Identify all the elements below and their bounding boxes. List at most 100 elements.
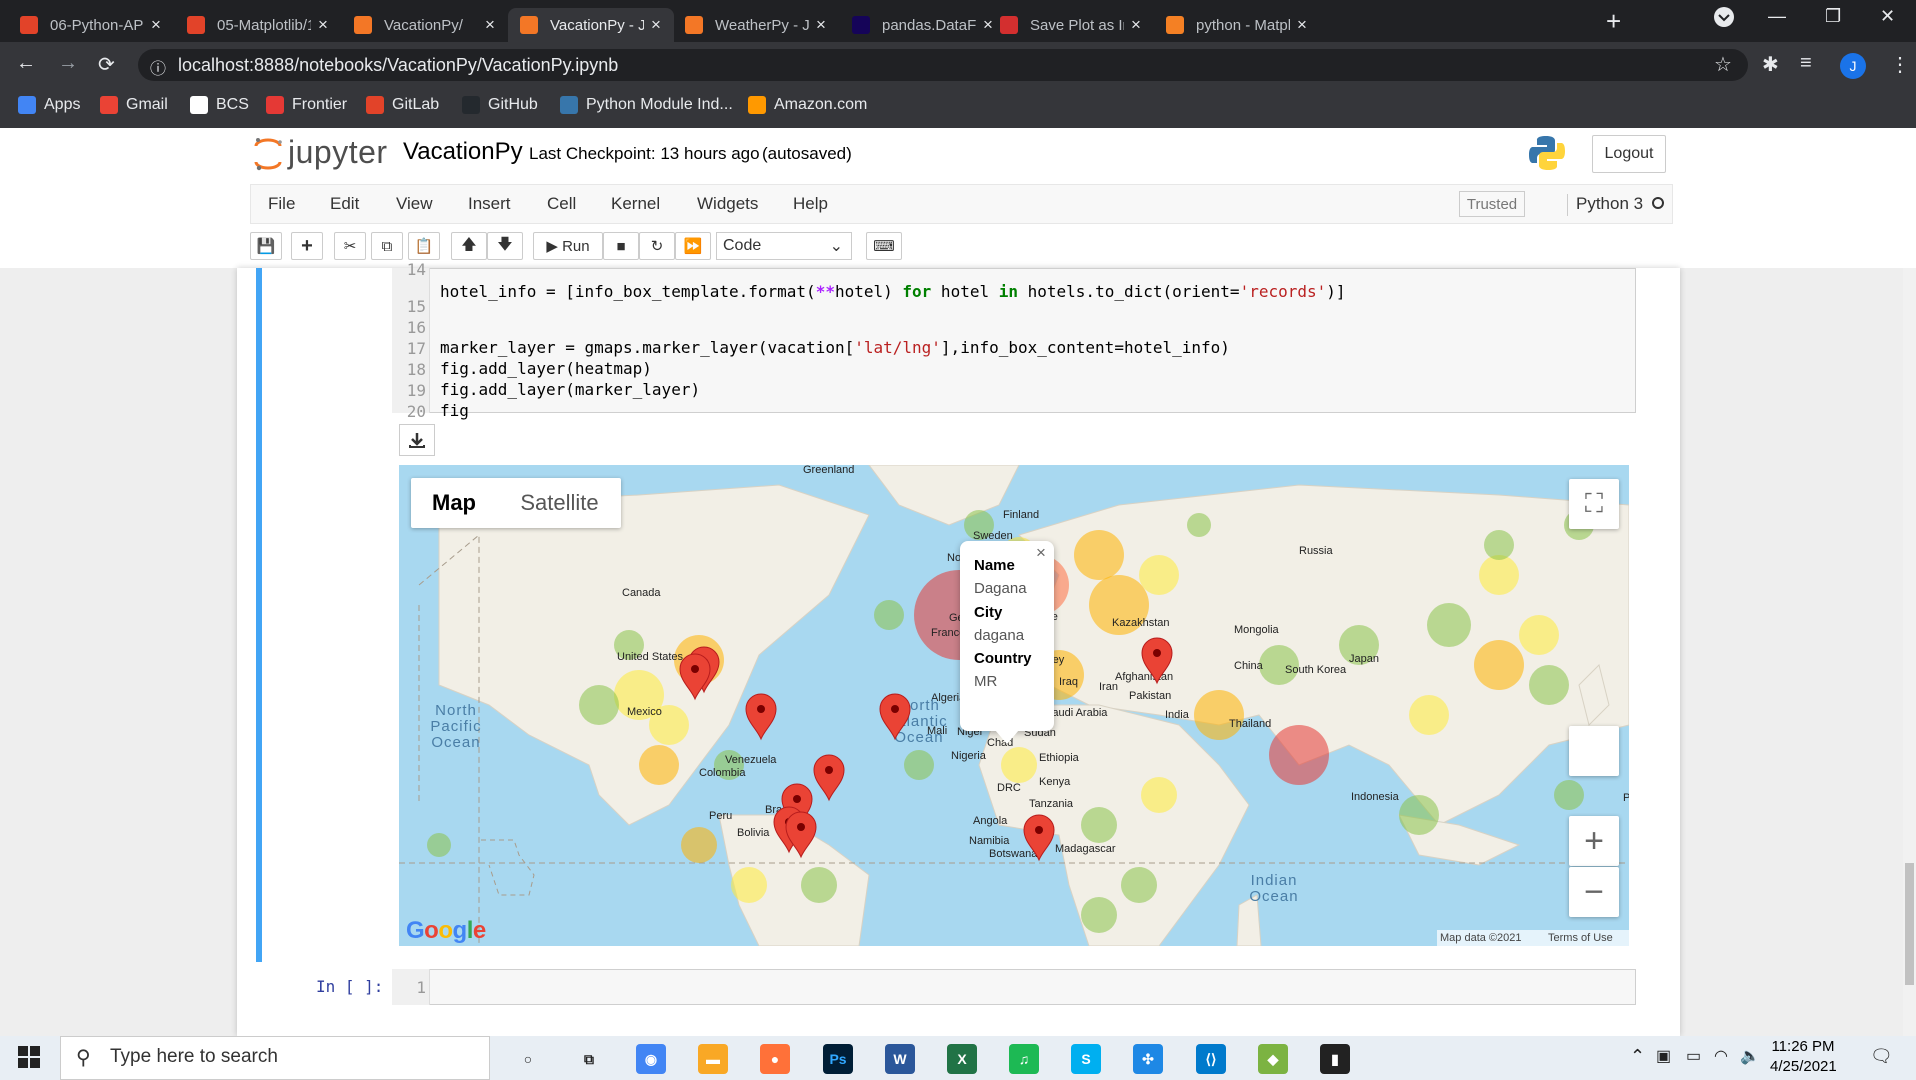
media-control-icon[interactable]: ≡ bbox=[1800, 52, 1812, 75]
keyboard-icon[interactable]: ⌨ bbox=[866, 232, 902, 260]
browser-tab[interactable]: VacationPy/ × bbox=[342, 8, 508, 42]
zoom-in-button[interactable]: + bbox=[1569, 816, 1619, 866]
bookmark-item[interactable]: Amazon.com bbox=[748, 96, 867, 114]
code-line-15[interactable]: hotel_info = [info_box_template.format(*… bbox=[440, 282, 1346, 301]
browser-tab[interactable]: python - Matplotl× bbox=[1154, 8, 1320, 42]
menu-edit[interactable]: Edit bbox=[330, 194, 359, 214]
taskbar-time[interactable]: 11:26 PM bbox=[1770, 1038, 1836, 1055]
skype-icon[interactable]: S bbox=[1071, 1044, 1101, 1074]
close-tab-icon[interactable]: × bbox=[311, 15, 335, 35]
map-marker[interactable] bbox=[813, 754, 845, 802]
copy-icon[interactable]: ⧉ bbox=[371, 232, 403, 260]
code-line-18[interactable]: fig.add_layer(heatmap) bbox=[440, 359, 652, 378]
close-tab-icon[interactable]: × bbox=[809, 15, 833, 35]
restart-run-all-icon[interactable]: ⏩ bbox=[675, 232, 711, 260]
cortana-icon[interactable]: ○ bbox=[513, 1044, 543, 1074]
code-line-17[interactable]: marker_layer = gmaps.marker_layer(vacati… bbox=[440, 338, 1230, 357]
save-icon[interactable]: 💾 bbox=[250, 232, 282, 260]
notifications-icon[interactable]: 🗨 bbox=[1870, 1046, 1893, 1067]
terminal-icon[interactable]: ▮ bbox=[1320, 1044, 1350, 1074]
close-tab-icon[interactable]: × bbox=[478, 15, 502, 35]
file-explorer-icon[interactable]: ▬ bbox=[698, 1044, 728, 1074]
bookmark-item[interactable]: Frontier bbox=[266, 96, 347, 114]
browser-tab[interactable]: Save Plot as Imag× bbox=[988, 8, 1154, 42]
bookmark-star-icon[interactable]: ☆ bbox=[1714, 52, 1732, 77]
download-button[interactable] bbox=[399, 424, 435, 456]
site-info-icon[interactable]: ⓘ bbox=[150, 55, 166, 79]
scrollbar-thumb[interactable] bbox=[1905, 863, 1914, 985]
move-down-icon[interactable]: 🡇 bbox=[487, 232, 523, 260]
forward-arrow-icon[interactable]: → bbox=[58, 52, 78, 75]
url-text[interactable]: localhost:8888/notebooks/VacationPy/Vaca… bbox=[178, 55, 618, 76]
menu-help[interactable]: Help bbox=[793, 194, 828, 214]
meet-now-icon[interactable]: ▣ bbox=[1656, 1046, 1671, 1066]
browser-tab[interactable]: VacationPy - Jupy× bbox=[508, 8, 674, 42]
map-type-map-button[interactable]: Map bbox=[411, 478, 497, 528]
reload-icon[interactable]: ⟳ bbox=[98, 52, 115, 77]
bookmark-item[interactable]: Apps bbox=[18, 96, 80, 114]
insert-cell-icon[interactable]: + bbox=[291, 232, 323, 260]
google-logo[interactable]: Google bbox=[406, 917, 486, 945]
menu-widgets[interactable]: Widgets bbox=[697, 194, 758, 214]
word-icon[interactable]: W bbox=[885, 1044, 915, 1074]
move-up-icon[interactable]: 🡅 bbox=[451, 232, 487, 260]
menu-view[interactable]: View bbox=[396, 194, 433, 214]
code-line-20[interactable]: fig bbox=[440, 401, 469, 420]
spotify-icon[interactable]: ♫ bbox=[1009, 1044, 1039, 1074]
extensions-icon[interactable]: ✱ bbox=[1762, 52, 1779, 77]
gitkraken-icon[interactable]: ◆ bbox=[1258, 1044, 1288, 1074]
map-type-satellite-button[interactable]: Satellite bbox=[498, 478, 621, 528]
fullscreen-icon[interactable]: ⛶ bbox=[1569, 479, 1619, 529]
run-button[interactable]: ▶ Run bbox=[533, 232, 603, 260]
volume-icon[interactable]: 🔈 bbox=[1740, 1046, 1760, 1066]
menu-insert[interactable]: Insert bbox=[468, 194, 511, 214]
paste-icon[interactable]: 📋 bbox=[408, 232, 440, 260]
excel-icon[interactable]: X bbox=[947, 1044, 977, 1074]
browser-tab[interactable]: 06-Python-APIs/I× bbox=[8, 8, 174, 42]
logout-button[interactable]: Logout bbox=[1592, 135, 1666, 173]
close-tab-icon[interactable]: × bbox=[1290, 15, 1314, 35]
close-tab-icon[interactable]: × bbox=[1124, 15, 1148, 35]
windows-start-icon[interactable] bbox=[18, 1046, 40, 1073]
photoshop-icon[interactable]: Ps bbox=[823, 1044, 853, 1074]
firefox-icon[interactable]: ● bbox=[760, 1044, 790, 1074]
code-line-19[interactable]: fig.add_layer(marker_layer) bbox=[440, 380, 700, 399]
bookmark-item[interactable]: BCS bbox=[190, 96, 249, 114]
tab-search-icon[interactable] bbox=[1713, 6, 1735, 33]
chrome-menu-icon[interactable]: ⋮ bbox=[1890, 52, 1910, 77]
task-view-icon[interactable]: ⧉ bbox=[574, 1044, 604, 1074]
bookmark-item[interactable]: Gmail bbox=[100, 96, 168, 114]
cut-icon[interactable]: ✂ bbox=[334, 232, 366, 260]
browser-tab[interactable]: WeatherPy - Jupy× bbox=[673, 8, 839, 42]
jupyter-logo-icon[interactable] bbox=[252, 136, 284, 177]
profile-avatar[interactable]: J bbox=[1840, 53, 1866, 79]
empty-code-cell[interactable] bbox=[392, 969, 1636, 1005]
menu-kernel[interactable]: Kernel bbox=[611, 194, 660, 214]
trusted-indicator[interactable]: Trusted bbox=[1459, 191, 1525, 217]
teams-icon[interactable]: ✣ bbox=[1133, 1044, 1163, 1074]
pegman-slot[interactable] bbox=[1569, 726, 1619, 776]
jupyter-logo-text[interactable]: jupyter bbox=[288, 134, 388, 171]
taskbar-date[interactable]: 4/25/2021 bbox=[1770, 1058, 1837, 1075]
notebook-name[interactable]: VacationPy bbox=[403, 138, 523, 166]
back-arrow-icon[interactable]: ← bbox=[16, 52, 36, 75]
battery-icon[interactable]: ▭ bbox=[1686, 1046, 1701, 1066]
close-tab-icon[interactable]: × bbox=[144, 15, 168, 35]
map-marker[interactable] bbox=[745, 693, 777, 741]
kernel-name[interactable]: Python 3 bbox=[1576, 194, 1643, 214]
menu-cell[interactable]: Cell bbox=[547, 194, 576, 214]
bookmark-item[interactable]: GitHub bbox=[462, 96, 538, 114]
minimize-window-button[interactable]: — bbox=[1768, 6, 1786, 27]
browser-tab[interactable]: pandas.DataFram× bbox=[840, 8, 1006, 42]
vscode-icon[interactable]: ⟨⟩ bbox=[1196, 1044, 1226, 1074]
close-tab-icon[interactable]: × bbox=[644, 15, 668, 35]
chrome-icon[interactable]: ◉ bbox=[636, 1044, 666, 1074]
new-tab-button[interactable]: + bbox=[1606, 8, 1621, 34]
browser-tab[interactable]: 05-Matplotlib/1/A× bbox=[175, 8, 341, 42]
restart-icon[interactable]: ↻ bbox=[639, 232, 675, 260]
cell-type-select[interactable]: Code ⌄ bbox=[716, 232, 852, 260]
bookmark-item[interactable]: Python Module Ind... bbox=[560, 96, 733, 114]
wifi-icon[interactable]: ◠ bbox=[1714, 1046, 1728, 1066]
interrupt-icon[interactable]: ■ bbox=[603, 232, 639, 260]
restore-window-button[interactable]: ❐ bbox=[1825, 6, 1841, 27]
